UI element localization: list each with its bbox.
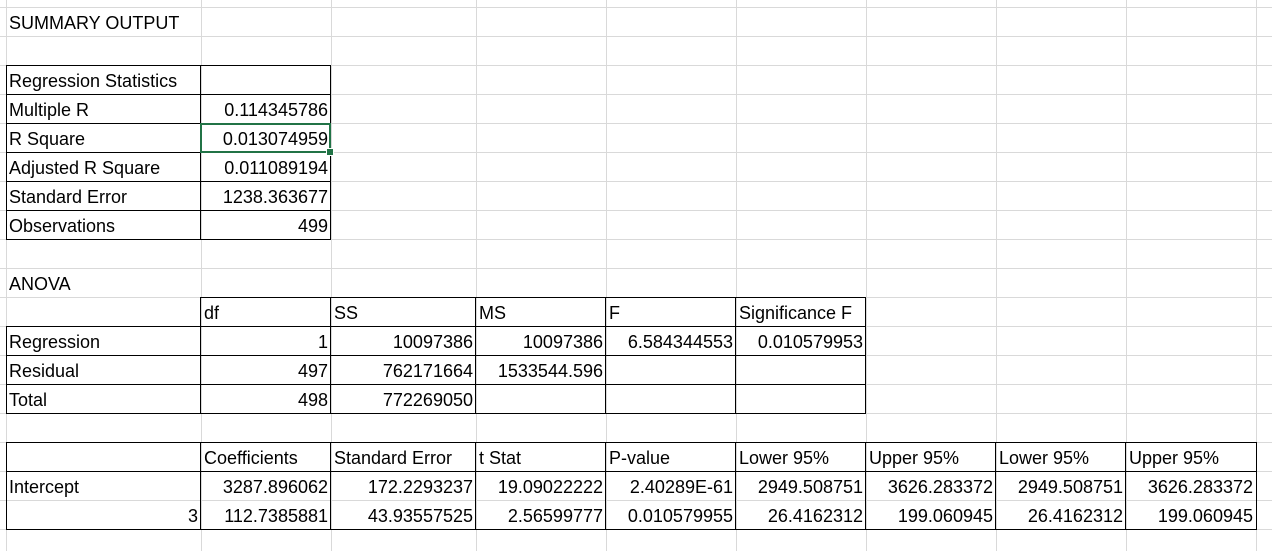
coef-variable-upper-95[interactable]: 199.060945 [866,501,996,530]
anova-label-residual[interactable]: Residual [6,356,201,385]
border-line [200,65,201,240]
anova-regression-df[interactable]: 1 [201,327,331,356]
coef-variable-upper-95-2[interactable]: 199.060945 [1126,501,1256,530]
border-line [330,442,331,530]
border-line [200,442,201,530]
fill-handle[interactable] [326,148,334,156]
coef-variable-p-value[interactable]: 0.010579955 [606,501,736,530]
anova-label-regression[interactable]: Regression [6,327,201,356]
border-line [865,442,866,530]
anova-regression-ms[interactable]: 10097386 [476,327,606,356]
coef-intercept-upper-95[interactable]: 3626.283372 [866,472,996,501]
anova-header-df[interactable]: df [201,298,331,327]
border-line [6,326,866,327]
border-line [735,442,736,530]
border-line [735,297,736,414]
anova-header-ss[interactable]: SS [331,298,476,327]
coef-header-t-stat[interactable]: t Stat [476,443,606,472]
coef-header-lower-95[interactable]: Lower 95% [736,443,866,472]
anova-residual-ms[interactable]: 1533544.596 [476,356,606,385]
border-line [6,471,1257,472]
coef-intercept-t-stat[interactable]: 19.09022222 [476,472,606,501]
border-line [200,297,866,298]
coef-label-variable[interactable]: 3 [6,501,201,530]
stat-label-standard-error[interactable]: Standard Error [6,182,201,211]
border-line [475,297,476,414]
border-line [6,442,7,530]
anova-regression-ss[interactable]: 10097386 [331,327,476,356]
stat-label-observations[interactable]: Observations [6,211,201,240]
stat-value-multiple-r[interactable]: 0.114345786 [201,95,331,124]
border-line [6,152,331,153]
anova-residual-ss[interactable]: 762171664 [331,356,476,385]
border-line [6,65,331,66]
border-line [1125,442,1126,530]
border-line [6,123,331,124]
border-line [6,326,7,414]
stat-label-adjusted-r-square[interactable]: Adjusted R Square [6,153,201,182]
border-line [6,181,331,182]
border-line [6,94,331,95]
stat-value-adjusted-r-square[interactable]: 0.011089194 [201,153,331,182]
coef-header-upper-95-2[interactable]: Upper 95% [1126,443,1256,472]
border-line [6,529,1257,530]
coef-variable-lower-95[interactable]: 26.4162312 [736,501,866,530]
coef-header-p-value[interactable]: P-value [606,443,736,472]
coef-intercept-standard-error[interactable]: 172.2293237 [331,472,476,501]
anova-residual-df[interactable]: 497 [201,356,331,385]
coef-header-lower-95-2[interactable]: Lower 95% [996,443,1126,472]
border-line [330,297,331,414]
coef-variable-coefficient[interactable]: 112.7385881 [201,501,331,530]
coef-variable-t-stat[interactable]: 2.56599777 [476,501,606,530]
border-line [6,442,1257,443]
stat-label-multiple-r[interactable]: Multiple R [6,95,201,124]
coef-intercept-lower-95[interactable]: 2949.508751 [736,472,866,501]
border-line [6,239,331,240]
border-line [605,442,606,530]
anova-total-ss[interactable]: 772269050 [331,385,476,414]
border-line [995,442,996,530]
coef-header-standard-error[interactable]: Standard Error [331,443,476,472]
coef-header-coefficients[interactable]: Coefficients [201,443,331,472]
spreadsheet-grid[interactable]: SUMMARY OUTPUT Regression Statistics Mul… [0,0,1272,551]
anova-regression-f[interactable]: 6.584344553 [606,327,736,356]
border-line [865,297,866,414]
anova-label-total[interactable]: Total [6,385,201,414]
coef-variable-standard-error[interactable]: 43.93557525 [331,501,476,530]
anova-header-f[interactable]: F [606,298,736,327]
anova-header-significance-f[interactable]: Significance F [736,298,866,327]
anova-header-ms[interactable]: MS [476,298,606,327]
regression-statistics-header[interactable]: Regression Statistics [6,66,201,95]
summary-output-title[interactable]: SUMMARY OUTPUT [6,8,201,37]
column-header-strip [0,0,1272,6]
anova-regression-significance-f[interactable]: 0.010579953 [736,327,866,356]
border-line [6,355,866,356]
anova-title[interactable]: ANOVA [6,269,201,298]
coef-intercept-coefficient[interactable]: 3287.896062 [201,472,331,501]
coef-variable-lower-95-2[interactable]: 26.4162312 [996,501,1126,530]
coef-label-intercept[interactable]: Intercept [6,472,201,501]
coef-intercept-p-value[interactable]: 2.40289E-61 [606,472,736,501]
border-line [1256,442,1257,530]
stat-value-observations[interactable]: 499 [201,211,331,240]
coef-header-upper-95[interactable]: Upper 95% [866,443,996,472]
border-line [605,297,606,414]
border-line [6,413,866,414]
coef-intercept-upper-95-2[interactable]: 3626.283372 [1126,472,1256,501]
stat-value-standard-error[interactable]: 1238.363677 [201,182,331,211]
border-line [200,297,201,414]
border-line [6,65,7,240]
coef-intercept-lower-95-2[interactable]: 2949.508751 [996,472,1126,501]
border-line [6,210,331,211]
border-line [475,442,476,530]
stat-label-r-square[interactable]: R Square [6,124,201,153]
stat-value-r-square[interactable]: 0.013074959 [201,124,331,153]
border-line [6,384,866,385]
anova-total-df[interactable]: 498 [201,385,331,414]
